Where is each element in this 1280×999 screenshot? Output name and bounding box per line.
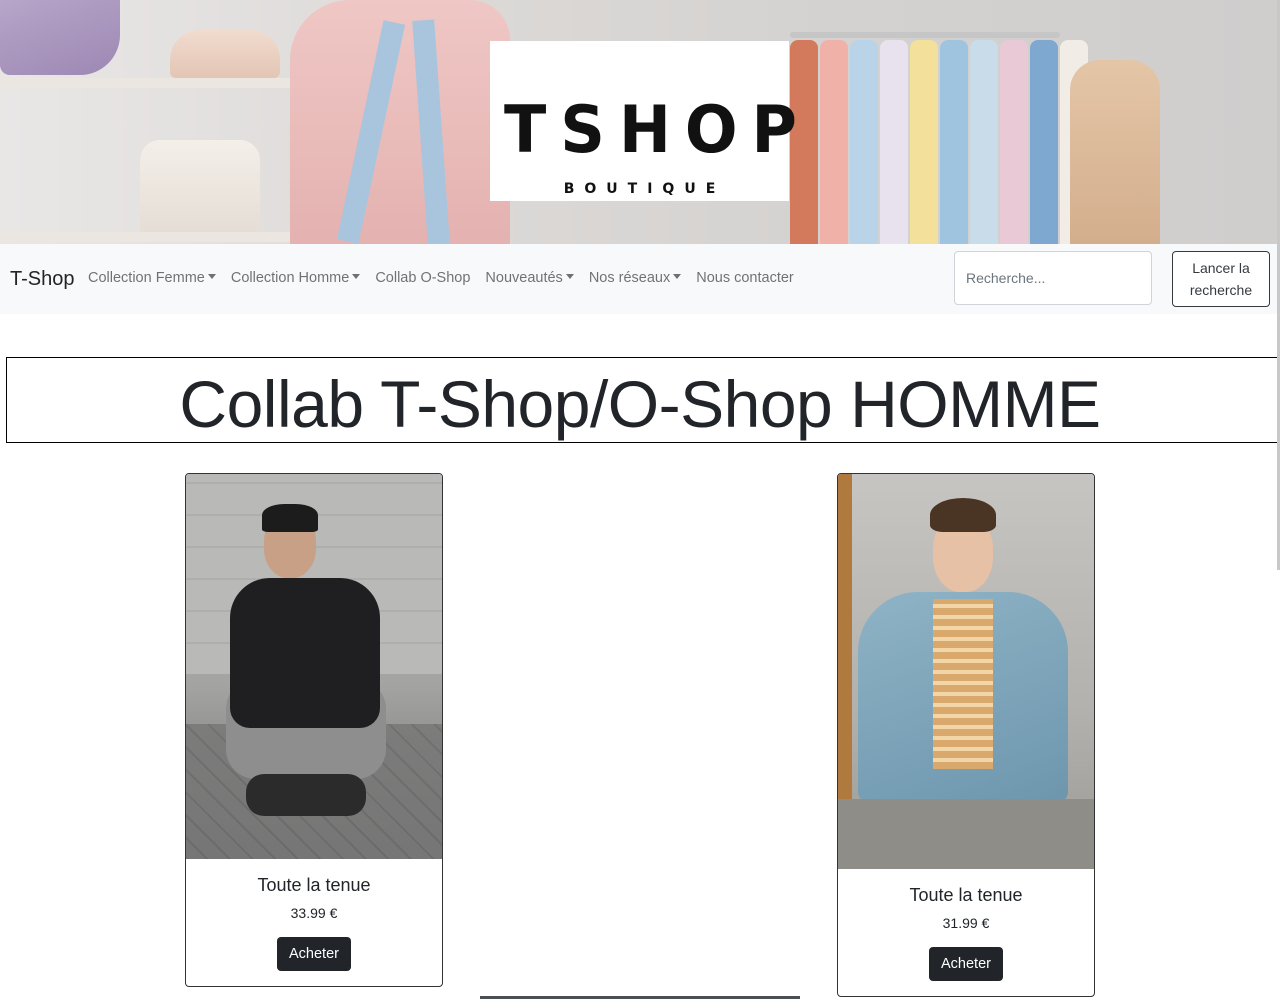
nav-item-label: Collection Femme bbox=[88, 270, 205, 286]
caret-down-icon bbox=[207, 274, 216, 279]
nav-item-collab-oshop[interactable]: Collab O-Shop bbox=[375, 270, 470, 286]
hero-banner: TSHOP BOUTIQUE bbox=[0, 0, 1280, 244]
site-logo[interactable]: TSHOP BOUTIQUE bbox=[490, 41, 811, 201]
product-title: Toute la tenue bbox=[909, 885, 1023, 905]
nav-item-label: Nous contacter bbox=[696, 270, 794, 286]
caret-down-icon bbox=[673, 274, 682, 279]
shoe-image bbox=[0, 0, 120, 75]
coat-image bbox=[1070, 60, 1160, 244]
logo-subtext: BOUTIQUE bbox=[563, 181, 726, 197]
card-body: Toute la tenue 33.99 € Acheter bbox=[186, 872, 442, 971]
clothes-rail bbox=[790, 32, 1060, 38]
caret-down-icon bbox=[352, 274, 361, 279]
nav-item-label: Collection Homme bbox=[230, 270, 350, 286]
nav-item-label: Nos réseaux bbox=[588, 270, 671, 286]
shelf bbox=[0, 78, 300, 88]
search-input[interactable] bbox=[954, 251, 1152, 305]
page-title: Collab T-Shop/O-Shop HOMME bbox=[179, 367, 1101, 441]
nav-item-nouveautes[interactable]: Nouveautés bbox=[485, 270, 574, 286]
buy-button[interactable]: Acheter bbox=[277, 937, 351, 971]
product-photo[interactable] bbox=[186, 474, 442, 859]
shelf bbox=[0, 232, 300, 242]
buy-button[interactable]: Acheter bbox=[929, 947, 1003, 981]
search-button[interactable]: Lancer la recherche bbox=[1172, 251, 1270, 307]
nav-item-collection-homme[interactable]: Collection Homme bbox=[230, 270, 361, 286]
product-photo[interactable] bbox=[838, 474, 1094, 869]
product-card: Toute la tenue 31.99 € Acheter bbox=[837, 473, 1095, 997]
nav-menu: Collection Femme Collection Homme Collab… bbox=[88, 270, 809, 286]
logo-text: TSHOP bbox=[504, 91, 811, 168]
nav-item-nos-reseaux[interactable]: Nos réseaux bbox=[588, 270, 682, 286]
product-price: 33.99 € bbox=[290, 905, 338, 921]
product-price: 31.99 € bbox=[942, 915, 990, 931]
navbar-brand[interactable]: T-Shop bbox=[10, 268, 74, 291]
nav-item-nous-contacter[interactable]: Nous contacter bbox=[696, 270, 794, 286]
nav-item-label: Collab O-Shop bbox=[375, 270, 471, 286]
caret-down-icon bbox=[565, 274, 574, 279]
nav-item-label: Nouveautés bbox=[485, 270, 563, 286]
clothes-rack bbox=[790, 40, 1090, 244]
product-card: Toute la tenue 33.99 € Acheter bbox=[185, 473, 443, 987]
nav-item-collection-femme[interactable]: Collection Femme bbox=[88, 270, 216, 286]
shoe-image bbox=[170, 30, 280, 78]
bag-image bbox=[140, 140, 260, 235]
product-title: Toute la tenue bbox=[257, 875, 371, 895]
card-body: Toute la tenue 31.99 € Acheter bbox=[838, 882, 1094, 981]
